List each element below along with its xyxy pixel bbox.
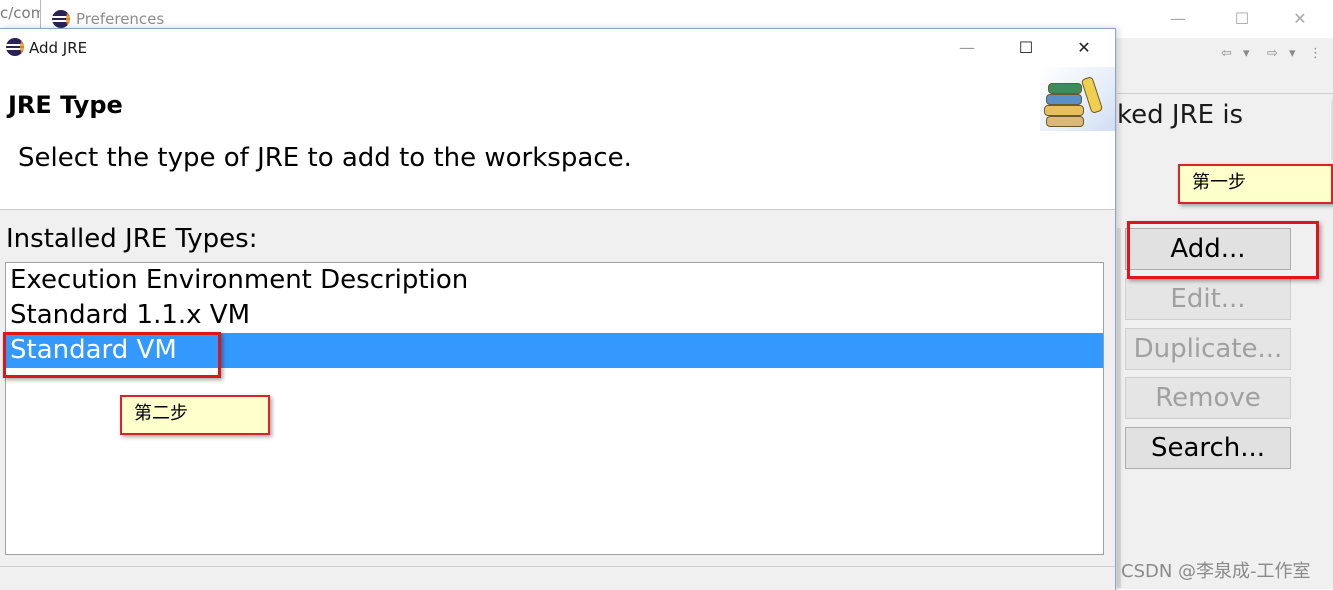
search-jre-button[interactable]: Search... — [1125, 427, 1291, 469]
back-arrow-icon[interactable]: ⇦ — [1221, 46, 1232, 61]
wizard-page-description: Select the type of JRE to add to the wor… — [18, 143, 632, 173]
remove-jre-button[interactable]: Remove — [1125, 377, 1291, 419]
duplicate-jre-button[interactable]: Duplicate... — [1125, 328, 1291, 370]
dialog-close-button[interactable]: ✕ — [1069, 35, 1099, 61]
preferences-separator — [1117, 93, 1333, 94]
step2-callout: 第二步 — [120, 395, 270, 435]
csdn-watermark: CSDN @李泉成-工作室 — [1121, 561, 1311, 582]
dialog-minimize-button[interactable]: — — [952, 35, 982, 61]
wizard-page-title: JRE Type — [8, 91, 123, 119]
library-books-icon — [1040, 67, 1115, 131]
wizard-banner: JRE Type Select the type of JRE to add t… — [0, 67, 1115, 210]
preferences-maximize-button[interactable]: ☐ — [1227, 6, 1257, 32]
dialog-titlebar: Add JRE — ☐ ✕ — [0, 29, 1115, 67]
step1-highlight-box — [1127, 221, 1319, 279]
list-item-execution-environment[interactable]: Execution Environment Description — [6, 263, 1103, 298]
preferences-partial-text: ked JRE is — [1117, 100, 1244, 130]
add-jre-dialog: Add JRE — ☐ ✕ JRE Type Select the type o… — [0, 28, 1116, 590]
more-options-icon[interactable]: ⋮ — [1309, 46, 1322, 61]
dialog-bottom-separator — [0, 566, 1115, 567]
preferences-minimize-button[interactable]: — — [1163, 6, 1193, 32]
background-url-fragment: c/com — [0, 4, 40, 22]
installed-jre-types-label: Installed JRE Types: — [6, 224, 258, 254]
back-menu-icon[interactable]: ▾ — [1243, 46, 1250, 61]
preferences-toolbar: ⇦ ▾ ⇨ ▾ ⋮ — [1221, 46, 1331, 66]
eclipse-logo-icon — [6, 38, 24, 56]
forward-arrow-icon[interactable]: ⇨ — [1267, 46, 1278, 61]
edit-jre-button[interactable]: Edit... — [1125, 278, 1291, 320]
installed-jres-table-edge — [1117, 228, 1121, 588]
eclipse-logo-icon — [52, 10, 70, 28]
dialog-title: Add JRE — [29, 39, 88, 57]
step2-highlight-box — [3, 332, 221, 378]
preferences-close-button[interactable]: ✕ — [1285, 6, 1315, 32]
list-item-standard-1-1-x-vm[interactable]: Standard 1.1.x VM — [6, 298, 1103, 333]
dialog-maximize-button[interactable]: ☐ — [1011, 35, 1041, 61]
preferences-title: Preferences — [76, 10, 165, 28]
step1-callout: 第一步 — [1178, 164, 1333, 204]
forward-menu-icon[interactable]: ▾ — [1289, 46, 1296, 61]
